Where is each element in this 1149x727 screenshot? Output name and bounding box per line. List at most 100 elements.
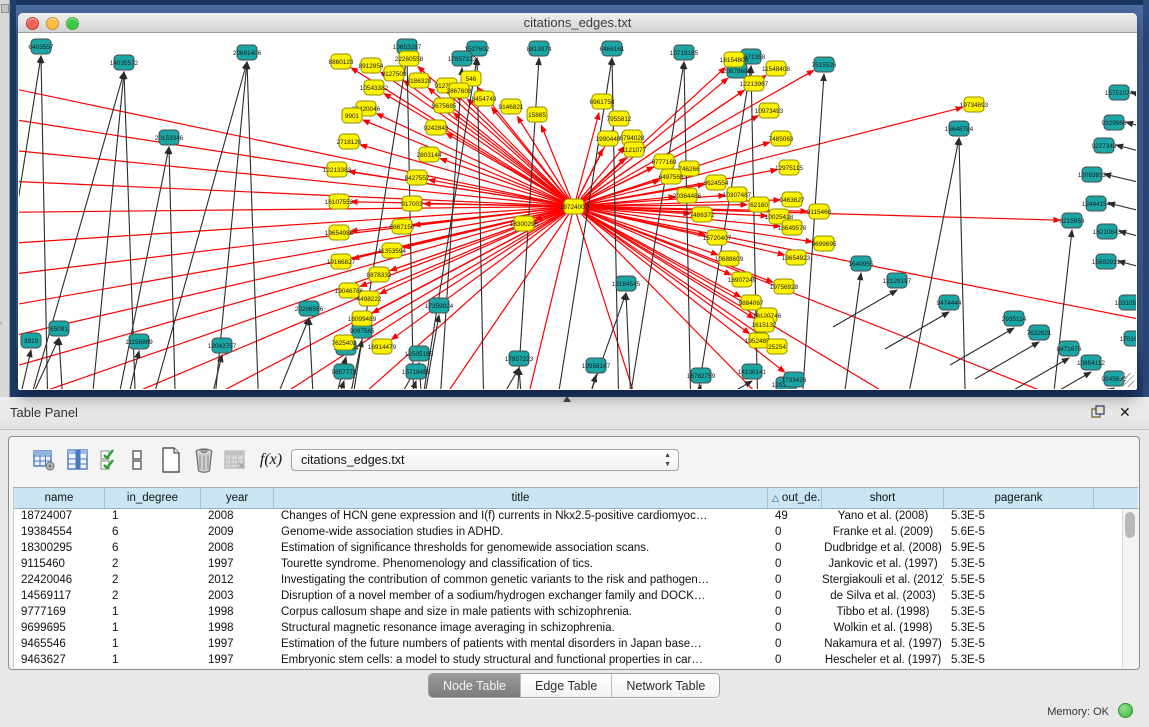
collapsed-control-panel-rail[interactable]: ‹ [0, 0, 10, 397]
merge-rows-icon[interactable] [129, 445, 145, 475]
table-row[interactable]: 911546021997Tourette syndrome. Phenomeno… [14, 557, 1138, 573]
graph-node-label: 10973493 [755, 108, 784, 115]
graph-node-label: 16154808 [720, 57, 749, 64]
scrollbar-thumb[interactable] [1125, 512, 1135, 538]
float-window-icon[interactable] [1091, 405, 1105, 419]
column-select-icon[interactable] [65, 445, 91, 475]
graph-edge [1005, 358, 1069, 389]
table-row[interactable]: 1938455462009Genome-wide association stu… [14, 525, 1138, 541]
table-cell: Estimation of significance thresholds fo… [274, 541, 768, 557]
window-title: citations_edges.txt [18, 15, 1137, 30]
graph-node-label: 15885 [528, 112, 546, 119]
column-header-label: out_de... [782, 492, 822, 504]
graph-edge [835, 273, 861, 389]
rail-handle[interactable] [1, 4, 9, 13]
graph-node-label: 16648784 [945, 126, 974, 133]
table-cell: Wolkin et al. (1998) [822, 621, 944, 637]
table-cell: 2008 [201, 509, 274, 525]
graph-node-label: 14035572 [110, 60, 139, 67]
graph-node-label: 14136141 [738, 369, 767, 376]
graph-node-label: 17857223 [448, 56, 477, 63]
graph-node-label: 8471676 [1057, 346, 1082, 353]
graph-node-label: 11548408 [762, 66, 790, 73]
table-row[interactable]: 1830029562008Estimation of significance … [14, 541, 1138, 557]
graph-edge [1126, 122, 1136, 149]
table-cell: 5.6E-5 [944, 525, 1094, 541]
graph-edge [1104, 174, 1136, 201]
function-builder-icon[interactable]: f(x) [256, 445, 286, 475]
resize-grip[interactable] [1120, 373, 1134, 387]
table-cell: 0 [768, 557, 822, 573]
table-row[interactable]: 977716911998Corpus callosum shape and si… [14, 605, 1138, 621]
graph-edge [1050, 388, 1114, 389]
graph-node-label: 19654923 [782, 255, 811, 262]
table-cell: Franke et al. (2009) [822, 525, 944, 541]
table-row[interactable]: 969969511998Structural magnetic resonanc… [14, 621, 1138, 637]
tab-edge-table[interactable]: Edge Table [521, 674, 612, 697]
graph-node-label: 9115460 [807, 209, 832, 216]
graph-node-label: 16210643 [1093, 229, 1122, 236]
sort-ascending-icon: △ [772, 493, 779, 504]
table-row[interactable]: 1872400712008Changes of HCN gene express… [14, 509, 1138, 525]
table-cell: Hescheler et al. (1997) [822, 653, 944, 668]
window-titlebar[interactable]: citations_edges.txt [18, 13, 1137, 33]
graph-edge [1046, 230, 1072, 389]
table-settings-icon[interactable] [31, 445, 57, 475]
graph-node-label: 15184545 [612, 281, 641, 288]
column-header-name[interactable]: name [14, 488, 105, 509]
graph-edge [891, 138, 959, 389]
close-panel-icon[interactable]: ✕ [1119, 404, 1133, 420]
graph-node-label: 18300295 [510, 221, 539, 228]
table-cell: 49 [768, 509, 822, 525]
column-header-year[interactable]: year [201, 488, 274, 509]
graph-edge [451, 368, 519, 389]
memory-status-icon[interactable] [1118, 703, 1133, 718]
network-graph[interactable]: 1872400764035571403557220691406106532871… [19, 33, 1136, 389]
table-panel-titlebar: Table Panel ✕ [0, 397, 1149, 430]
delete-column-icon[interactable] [192, 445, 216, 475]
graph-edge [975, 342, 1039, 379]
table-row[interactable]: 946362711997Embryonic stem cells: a mode… [14, 653, 1138, 668]
graph-node-label: 12975115 [775, 165, 803, 172]
graph-node-label: 9901 [345, 113, 360, 120]
table-selector-dropdown[interactable]: citations_edges.txt ▲▼ [291, 449, 679, 471]
graph-node-label: 12129197 [883, 278, 912, 285]
row-select-icon[interactable] [99, 445, 121, 475]
graph-node-label: 8867150 [390, 224, 415, 231]
table-row[interactable]: 946554611997Estimation of the future num… [14, 637, 1138, 653]
table-cell: 2 [105, 557, 201, 573]
graph-node-label: 18649578 [778, 225, 807, 232]
table-cell: 0 [768, 589, 822, 605]
column-header-pagerank[interactable]: pagerank [944, 488, 1094, 509]
vertical-scrollbar[interactable] [1122, 509, 1138, 668]
graph-node-label: 746266 [678, 166, 700, 173]
table-cell: 1997 [201, 637, 274, 653]
column-header-in-degree[interactable]: in_degree [105, 488, 201, 509]
table-row[interactable]: 2242004622012Investigating the contribut… [14, 573, 1138, 589]
graph-node-label: 20364486 [673, 193, 702, 200]
splitter-handle[interactable] [563, 396, 571, 402]
network-canvas[interactable]: 1872400764035571403557220691406106532871… [19, 33, 1136, 389]
rail-expand-icon[interactable]: ‹ [0, 320, 2, 327]
graph-edge [309, 318, 317, 389]
graph-node-label: 546 [466, 76, 477, 83]
column-header-title[interactable]: title [274, 488, 768, 509]
tab-node-table[interactable]: Node Table [429, 674, 521, 697]
graph-node-label: 9463627 [780, 197, 805, 204]
column-header-short[interactable]: short [822, 488, 944, 509]
graph-node-label: 18907249 [728, 277, 757, 284]
column-header-out-de-[interactable]: △out_de... [768, 488, 822, 509]
graph-node-label: 20206586 [295, 306, 324, 313]
tab-network-table[interactable]: Network Table [612, 674, 719, 697]
table-row[interactable]: 1456911722003Disruption of a novel membe… [14, 589, 1138, 605]
network-view-window[interactable]: citations_edges.txt 18724007640355714035… [18, 13, 1137, 390]
graph-edge [626, 293, 634, 389]
graph-node-label: 62160 [750, 202, 768, 209]
graph-node-label: 2803144 [417, 152, 442, 159]
graph-node-label: 10654112 [1077, 360, 1105, 367]
graph-node-label: 917003 [401, 201, 423, 208]
graph-edge [169, 147, 177, 389]
graph-edge [959, 138, 967, 389]
new-column-icon[interactable] [159, 445, 183, 475]
graph-edge [196, 355, 222, 389]
